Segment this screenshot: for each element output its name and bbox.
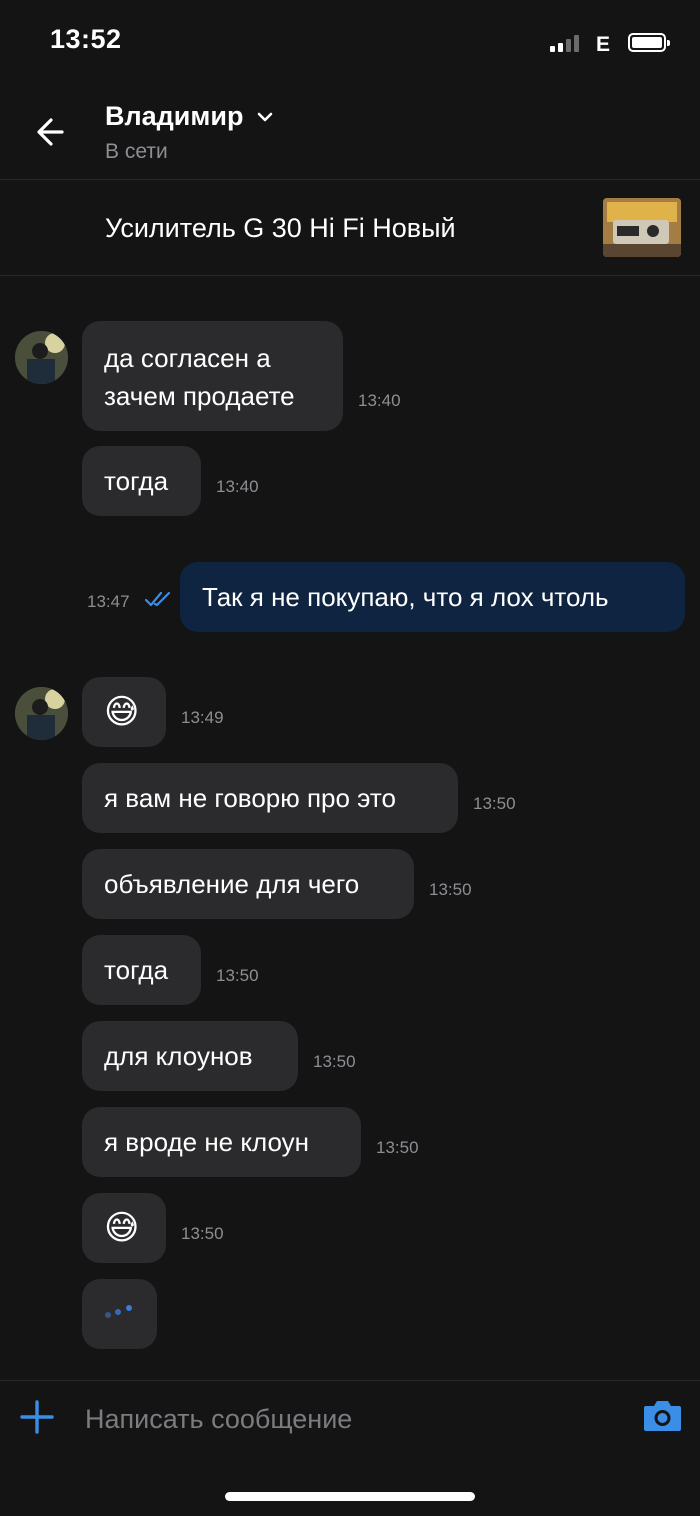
message-time: 13:50 (216, 966, 259, 985)
contact-avatar[interactable] (15, 687, 68, 740)
contact-status: В сети (105, 140, 168, 163)
message-time: 13:50 (181, 1224, 224, 1243)
signal-icon (550, 34, 580, 52)
composer-divider (0, 1380, 700, 1381)
message-bubble[interactable]: тогда (82, 446, 201, 516)
outgoing-message-bubble[interactable]: Так я не покупаю, что я лох чтоль (180, 562, 685, 632)
message-time: 13:50 (376, 1138, 419, 1157)
message-input[interactable] (85, 1397, 605, 1441)
message-bubble[interactable]: тогда (82, 935, 201, 1005)
message-time: 13:47 (87, 592, 130, 611)
contact-avatar[interactable] (15, 331, 68, 384)
message-bubble[interactable]: объявление для чего (82, 849, 414, 919)
message-bubble[interactable]: я вроде не клоун (82, 1107, 361, 1177)
message-time: 13:40 (358, 391, 401, 410)
emoji-message-bubble[interactable]: 😅 (82, 677, 166, 747)
read-checkmarks-icon (144, 590, 173, 608)
listing-thumbnail[interactable] (603, 198, 681, 257)
typing-dot (105, 1312, 111, 1318)
message-bubble[interactable]: да согласен а зачем продаете (82, 321, 343, 431)
battery-icon (628, 33, 670, 52)
message-bubble[interactable]: для клоунов (82, 1021, 298, 1091)
typing-indicator (82, 1279, 157, 1349)
listing-title[interactable]: Усилитель G 30 Hi Fi Новый (105, 213, 456, 244)
message-bubble[interactable]: я вам не говорю про это (82, 763, 458, 833)
contact-name[interactable]: Владимир (105, 101, 243, 132)
camera-icon[interactable] (643, 1398, 682, 1432)
home-indicator (225, 1492, 475, 1501)
attach-plus-icon[interactable] (20, 1400, 54, 1434)
typing-dot (126, 1305, 132, 1311)
message-time: 13:49 (181, 708, 224, 727)
message-time: 13:50 (473, 794, 516, 813)
network-type: E (596, 33, 611, 56)
emoji-message-bubble[interactable]: 😅 (82, 1193, 166, 1263)
chevron-down-icon[interactable] (256, 108, 274, 126)
back-arrow-icon[interactable] (32, 112, 72, 152)
header-divider (0, 179, 700, 180)
typing-dot (115, 1309, 121, 1315)
message-time: 13:50 (429, 880, 472, 899)
status-time: 13:52 (50, 24, 122, 54)
message-time: 13:50 (313, 1052, 356, 1071)
message-time: 13:40 (216, 477, 259, 496)
listing-divider (0, 275, 700, 276)
